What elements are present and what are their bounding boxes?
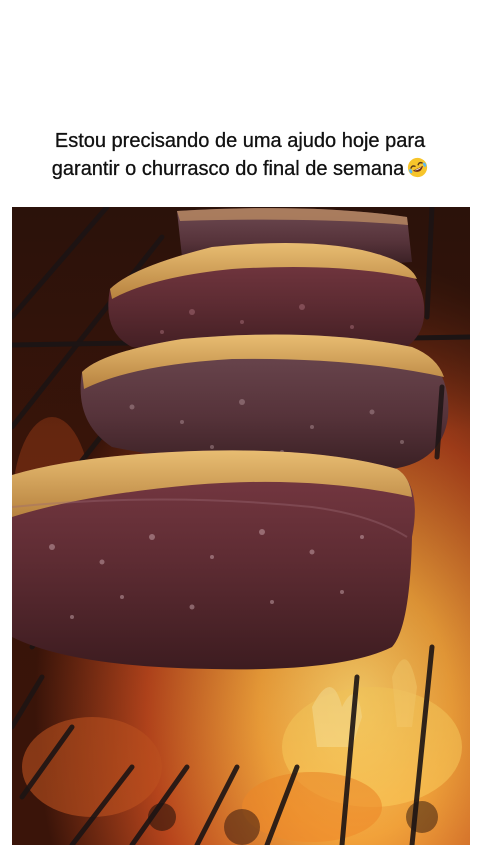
post-caption: Estou precisando de uma ajudo hoje para … [0, 127, 480, 183]
caption-line-2-wrap: garantir o churrasco do final de semana [0, 155, 480, 183]
post: Estou precisando de uma ajudo hoje para … [0, 0, 480, 854]
caption-line-2: garantir o churrasco do final de semana [51, 158, 405, 180]
caption-line-1: Estou precisando de uma ajudo hoje para [54, 130, 426, 152]
post-photo [12, 207, 470, 845]
grilled-picanha-photo [12, 207, 470, 845]
rolling-on-the-floor-laughing-emoji-icon [408, 157, 428, 178]
